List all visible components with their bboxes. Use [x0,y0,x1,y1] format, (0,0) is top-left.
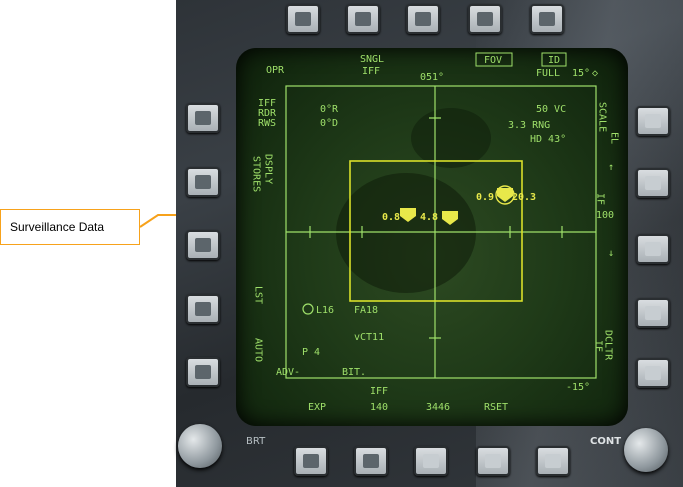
radar-display-svg: OPR SNGL IFF 051° FOV ID FULL 15° ◇ IFF … [251,52,620,413]
osb-top-4[interactable] [468,4,502,34]
osb-right-5[interactable] [636,358,670,388]
el-label: EL [609,132,620,144]
scale-label: SCALE [597,102,608,132]
contact-symbol-3[interactable] [497,188,513,202]
elev-bottom-readout: -15° [566,382,590,393]
osb-left-3[interactable] [186,230,220,260]
id-option: ID [548,55,560,66]
if-label-upper: IF [595,193,606,205]
iff-top-label: IFF [362,66,380,77]
p4-label: P 4 [302,347,320,358]
brt-knob[interactable] [178,424,222,468]
auto-label: AUTO [253,338,264,362]
iff-bottom-label: IFF [370,386,388,397]
sngl-label: SNGL [360,54,384,65]
osb-bottom-4[interactable] [476,446,510,476]
osb-bottom-2[interactable] [354,446,388,476]
osb-left-1[interactable] [186,103,220,133]
bearing-r-readout: 0°R [320,104,339,115]
range-scale-readout: 100 [596,210,614,221]
iff-bottom-value: 140 [370,402,388,413]
heading-readout: 051° [420,72,444,83]
osb-left-4[interactable] [186,294,220,324]
osb-top-2[interactable] [346,4,380,34]
osb-bottom-3[interactable] [414,446,448,476]
cont-label: CONT [590,436,622,447]
opr-label: OPR [266,65,285,76]
heading-delta-readout: HD 43° [530,134,566,145]
osb-top-3[interactable] [406,4,440,34]
contact-group-right[interactable]: 0.9 20.3 [476,185,536,205]
bit-label: BIT. [342,367,366,378]
range-readout: 3.3 RNG [508,120,550,131]
osb-top-1[interactable] [286,4,320,34]
closure-readout: 50 VC [536,104,566,115]
osb-right-2[interactable] [636,168,670,198]
elevation-readout: 15° [572,68,590,79]
contact-label-4: 20.3 [512,192,536,203]
rset-option: RSET [484,402,508,413]
elevation-marker-icon: ◇ [592,68,598,79]
rws-mode-label: RWS [258,118,276,129]
lst-label: LST [253,286,264,304]
contact-label-2: 4.8 [420,212,438,223]
brt-label: BRT [246,436,266,447]
radar-display: OPR SNGL IFF 051° FOV ID FULL 15° ◇ IFF … [236,48,628,426]
stores-label: STORES [251,156,262,192]
full-option: FULL [536,68,560,79]
osb-right-4[interactable] [636,298,670,328]
bearing-d-readout: 0°D [320,118,338,129]
osb-bottom-5[interactable] [536,446,570,476]
osb-left-2[interactable] [186,167,220,197]
l16-label: L16 [316,305,334,316]
l16-circle-icon [302,303,314,315]
osb-top-5[interactable] [530,4,564,34]
contact-label-1: 0.8 [382,212,400,223]
osb-right-1[interactable] [636,106,670,136]
contact-label-3: 0.9 [476,192,494,203]
osb-bottom-1[interactable] [294,446,328,476]
dcltr-label: DCLTR [603,330,614,361]
scale-up-arrow-icon: ↑ [608,162,614,173]
cont-knob[interactable] [624,428,668,472]
dsply-label: DSPLY [263,154,274,184]
osb-left-5[interactable] [186,357,220,387]
adv-label: ADV- [276,367,300,378]
code-readout: 3446 [426,402,450,413]
vct-label: vCT11 [354,332,384,343]
fa18-label: FA18 [354,305,378,316]
dcltr-extra-label: IF [593,340,604,352]
osb-right-3[interactable] [636,234,670,264]
exp-option: EXP [308,402,326,413]
scale-down-arrow-icon: ↓ [608,248,614,259]
fov-option: FOV [484,55,502,66]
